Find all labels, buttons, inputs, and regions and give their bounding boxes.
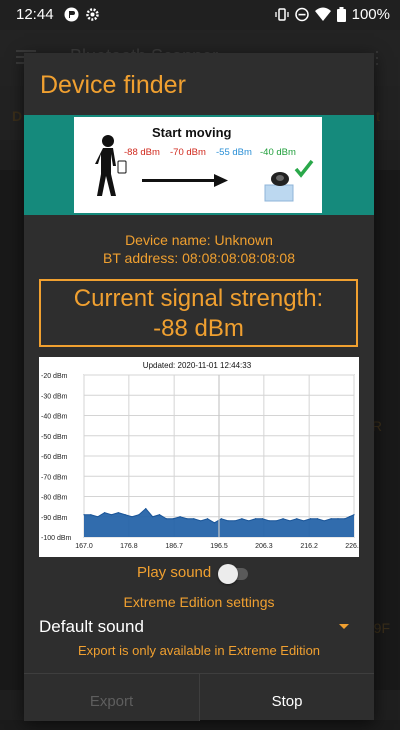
checkmark-icon	[294, 159, 314, 178]
chart-point	[131, 516, 133, 518]
wifi-icon	[314, 7, 331, 22]
battery-icon	[336, 7, 346, 22]
chart-point	[152, 516, 154, 518]
chart-point	[309, 518, 312, 520]
chart-point	[138, 514, 140, 516]
chart-x-tick: 216.2	[300, 543, 318, 550]
signal-chart: Updated: 2020-11-01 12:44:33 -20 dBm -30 …	[39, 357, 363, 557]
chart-point	[206, 518, 209, 520]
vibrate-icon	[274, 7, 289, 22]
chart-y-tick: -100 dBm	[41, 535, 72, 542]
chart-y-tick: -20 dBm	[41, 373, 68, 380]
chart-point	[117, 512, 119, 514]
battery-level: 100%	[351, 6, 390, 23]
instruction-banner: Start moving -88 dBm -70 dBm -55 dBm -40…	[24, 115, 374, 215]
chart-point	[289, 520, 291, 522]
device-info: Device name: Unknown BT address: 08:08:0…	[24, 231, 374, 267]
sound-dropdown[interactable]: Default sound	[39, 615, 349, 639]
bt-address: BT address: 08:08:08:08:08:08	[103, 250, 295, 266]
chart-y-tick: -30 dBm	[41, 393, 68, 400]
chart-point	[344, 518, 346, 520]
signal-strength-label: Current signal strength:	[73, 285, 324, 312]
chart-x-tick: 186.7	[165, 543, 183, 550]
stop-button[interactable]: Stop	[199, 674, 374, 721]
chart-y-tick: -50 dBm	[41, 434, 68, 441]
chart-point	[97, 516, 99, 518]
play-sound-toggle-thumb[interactable]	[218, 564, 238, 584]
chart-point	[282, 518, 284, 520]
chart-point	[248, 520, 250, 522]
settings-icon	[85, 7, 100, 22]
chart-x-tick: 226.0	[345, 543, 359, 550]
do-not-disturb-icon	[294, 7, 309, 22]
chart-point	[227, 520, 229, 522]
chart-point	[268, 520, 270, 522]
chart-y-tick: -60 dBm	[41, 454, 68, 461]
chart-x-tick: 167.0	[75, 543, 93, 550]
chart-point	[158, 514, 161, 516]
banner-reading-4: -40 dBm	[260, 147, 296, 158]
play-sound-label: Play sound	[137, 564, 212, 581]
chart-x-tick: 196.5	[210, 543, 228, 550]
signal-strength-box: Current signal strength: -88 dBm	[39, 279, 358, 347]
chart-y-tick: -40 dBm	[41, 414, 68, 421]
chart-point	[296, 518, 298, 520]
chart-point	[90, 514, 92, 516]
chart-point	[261, 518, 264, 520]
banner-reading-3: -55 dBm	[216, 147, 252, 158]
chart-point	[353, 514, 355, 516]
play-sound-row: Play sound	[24, 563, 374, 585]
chart-point	[337, 518, 339, 520]
chart-point	[193, 518, 195, 520]
device-finder-dialog: Device finder Start moving -88 dBm -70 d…	[24, 53, 374, 721]
chart-point	[348, 516, 351, 518]
dialog-title: Device finder	[40, 71, 186, 99]
chart-point	[145, 508, 147, 510]
chart-point	[275, 520, 277, 522]
chart-y-tick: -80 dBm	[41, 495, 68, 502]
chart-x-tick: 176.8	[120, 543, 138, 550]
export-note: Export is only available in Extreme Edit…	[77, 643, 321, 658]
export-button[interactable]: Export	[24, 674, 199, 721]
chart-point	[124, 514, 126, 516]
chart-title: Updated: 2020-11-01 12:44:33	[143, 361, 252, 370]
chart-point	[103, 512, 106, 514]
person-icon	[95, 135, 127, 196]
chart-point	[234, 520, 236, 522]
arrow-icon	[142, 174, 228, 187]
instruction-image: Start moving -88 dBm -70 dBm -55 dBm -40…	[74, 117, 322, 213]
chart-y-tick: -70 dBm	[41, 474, 68, 481]
extreme-settings-label: Extreme Edition settings	[123, 594, 275, 610]
status-time: 12:44	[16, 6, 54, 23]
chart-point	[179, 516, 181, 518]
signal-chart-svg: Updated: 2020-11-01 12:44:33 -20 dBm -30 …	[41, 361, 363, 550]
chart-point	[213, 522, 216, 524]
banner-reading-1: -88 dBm	[124, 147, 160, 158]
chart-point	[83, 514, 85, 516]
chart-y-tick: -90 dBm	[41, 515, 68, 522]
chart-point	[241, 518, 243, 520]
app-notification-icon	[64, 7, 79, 22]
banner-reading-2: -70 dBm	[170, 147, 206, 158]
chart-point	[172, 518, 174, 520]
device-name: Device name: Unknown	[125, 232, 273, 248]
device-icon	[264, 172, 294, 202]
chart-point	[255, 518, 257, 520]
chart-point	[200, 520, 202, 522]
sound-dropdown-value: Default sound	[39, 617, 144, 636]
chart-point	[323, 520, 325, 522]
status-bar: 12:44 100%	[0, 0, 400, 30]
chart-point	[316, 518, 318, 520]
chart-point	[110, 514, 113, 516]
chart-point	[220, 518, 222, 520]
chart-point	[186, 518, 188, 520]
chart-x-tick: 206.3	[255, 543, 273, 550]
dropdown-arrow-icon	[339, 624, 349, 629]
chart-point	[303, 520, 305, 522]
banner-heading: Start moving	[152, 125, 232, 140]
chart-point	[330, 518, 332, 520]
chart-point	[165, 518, 167, 520]
dialog-buttons: Export Stop	[24, 673, 374, 721]
signal-strength-value: -88 dBm	[153, 315, 244, 342]
